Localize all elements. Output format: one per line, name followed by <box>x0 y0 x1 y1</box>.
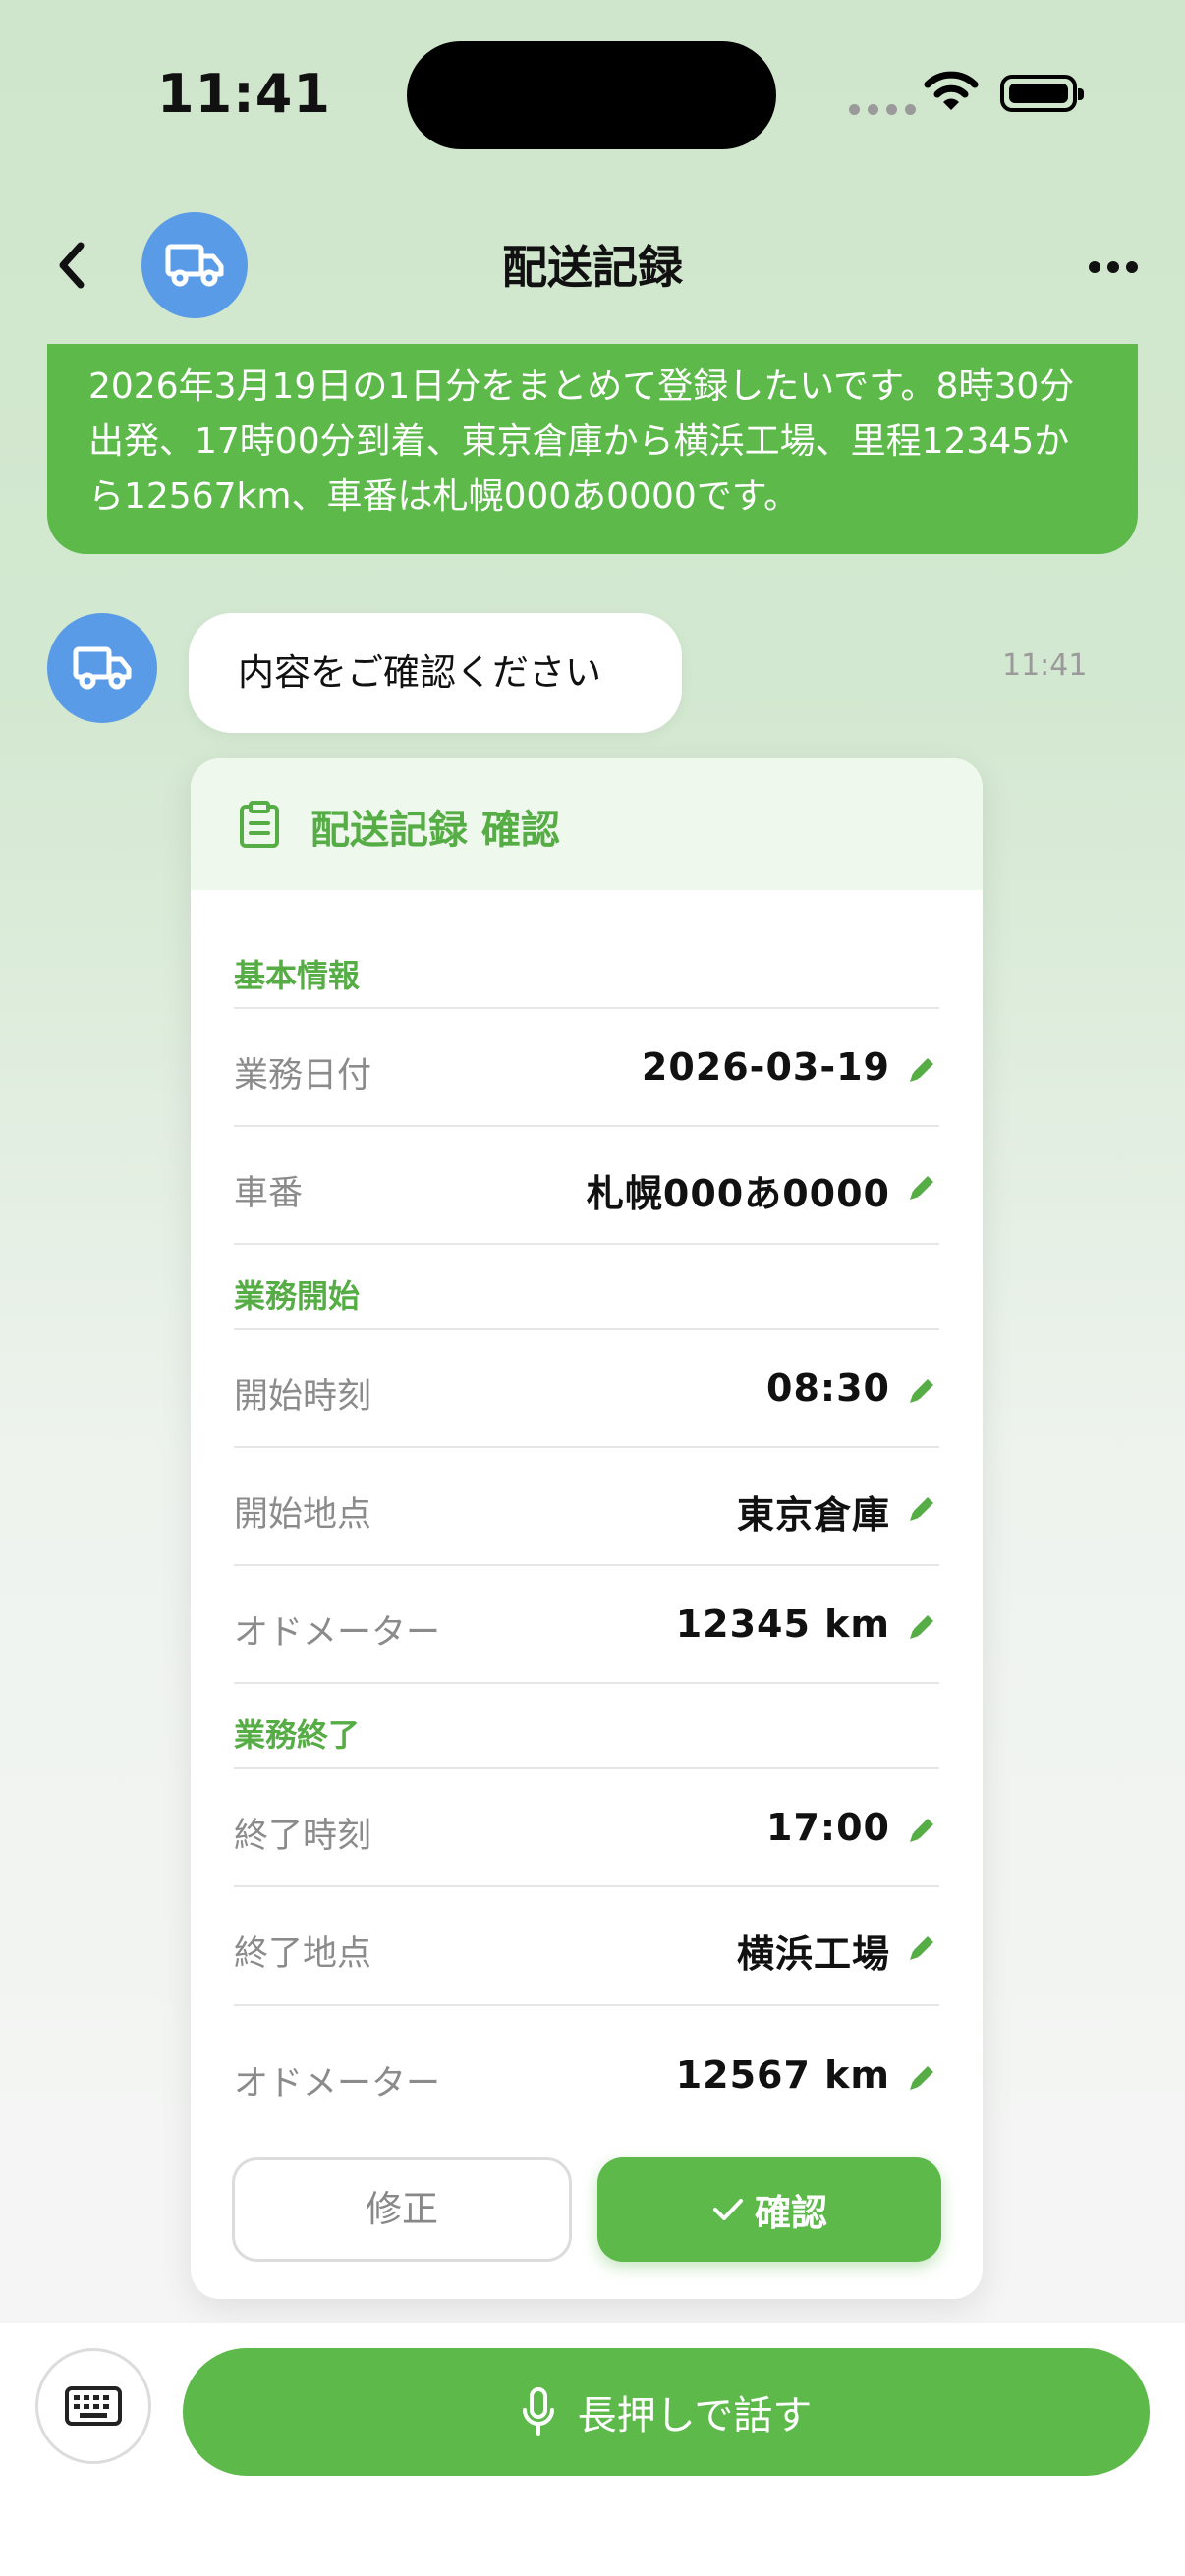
card-title: 配送記録 確認 <box>310 808 560 853</box>
truck-icon <box>73 646 132 690</box>
divider <box>234 1243 939 1245</box>
divider <box>234 1682 939 1684</box>
edit-button[interactable]: 修正 <box>232 2157 572 2262</box>
row-value-end-odometer: 12567 km <box>675 2053 890 2097</box>
page-title: 配送記録 <box>502 241 683 294</box>
battery-icon <box>1000 75 1084 112</box>
signal-icon <box>849 104 916 115</box>
keyboard-icon <box>65 2386 122 2426</box>
bot-message-text: 内容をご確認ください <box>238 651 601 694</box>
keyboard-toggle-button[interactable] <box>35 2348 151 2464</box>
divider <box>234 1125 939 1127</box>
row-label-start-odometer: オドメーター <box>234 1613 441 1652</box>
row-value-start-place: 東京倉庫 <box>736 1493 890 1537</box>
pencil-icon[interactable] <box>906 2060 939 2094</box>
status-time: 11:41 <box>157 63 331 125</box>
pencil-icon[interactable] <box>906 1373 939 1407</box>
row-value-end-time: 17:00 <box>766 1806 890 1849</box>
confirm-button-label: 確認 <box>755 2192 827 2234</box>
row-label-date: 業務日付 <box>234 1056 372 1095</box>
push-to-talk-label: 長押しで話す <box>577 2393 813 2438</box>
divider <box>234 1767 939 1769</box>
confirmation-card: 配送記録 確認 基本情報 業務日付 2026-03-19 車番 札幌000あ00… <box>191 758 983 2299</box>
section-title-end: 業務終了 <box>234 1716 361 1754</box>
push-to-talk-button[interactable]: 長押しで話す <box>183 2348 1150 2476</box>
row-label-end-place: 終了地点 <box>234 1934 372 1974</box>
more-icon[interactable] <box>1089 261 1138 273</box>
avatar <box>47 613 157 723</box>
row-value-vehicle: 札幌000あ0000 <box>586 1172 890 1215</box>
pencil-icon[interactable] <box>906 1052 939 1086</box>
dynamic-island <box>407 41 776 149</box>
confirm-button[interactable]: 確認 <box>597 2157 941 2262</box>
bot-message-bubble: 内容をご確認ください <box>189 613 682 733</box>
section-title-basic: 基本情報 <box>234 957 361 994</box>
divider <box>234 2004 939 2006</box>
row-label-end-time: 終了時刻 <box>234 1817 372 1856</box>
divider <box>234 1328 939 1330</box>
row-value-end-place: 横浜工場 <box>736 1932 890 1976</box>
row-value-start-odometer: 12345 km <box>675 1602 890 1646</box>
wifi-icon <box>924 71 979 110</box>
pencil-icon[interactable] <box>906 1609 939 1643</box>
row-label-start-time: 開始時刻 <box>234 1377 372 1417</box>
pencil-icon[interactable] <box>906 1491 939 1525</box>
row-value-date: 2026-03-19 <box>641 1045 890 1089</box>
divider <box>234 1885 939 1887</box>
row-label-start-place: 開始地点 <box>234 1495 372 1535</box>
pencil-icon[interactable] <box>906 1170 939 1204</box>
clipboard-icon <box>240 801 279 848</box>
divider <box>234 1564 939 1566</box>
row-value-start-time: 08:30 <box>766 1367 890 1410</box>
pencil-icon[interactable] <box>906 1813 939 1846</box>
user-message-text: 2026年3月19日の1日分をまとめて登録したいです。8時30分出発、17時00… <box>88 366 1075 517</box>
user-message-bubble: 2026年3月19日の1日分をまとめて登録したいです。8時30分出発、17時00… <box>47 344 1138 554</box>
card-header: 配送記録 確認 <box>191 758 983 890</box>
pencil-icon[interactable] <box>906 1931 939 1964</box>
message-time: 11:41 <box>1002 648 1088 683</box>
divider <box>234 1446 939 1448</box>
check-icon <box>713 2199 743 2220</box>
microphone-icon <box>522 2387 554 2436</box>
row-label-end-odometer: オドメーター <box>234 2064 441 2103</box>
section-title-start: 業務開始 <box>234 1277 361 1315</box>
divider <box>234 1007 939 1009</box>
row-label-vehicle: 車番 <box>234 1174 304 1213</box>
